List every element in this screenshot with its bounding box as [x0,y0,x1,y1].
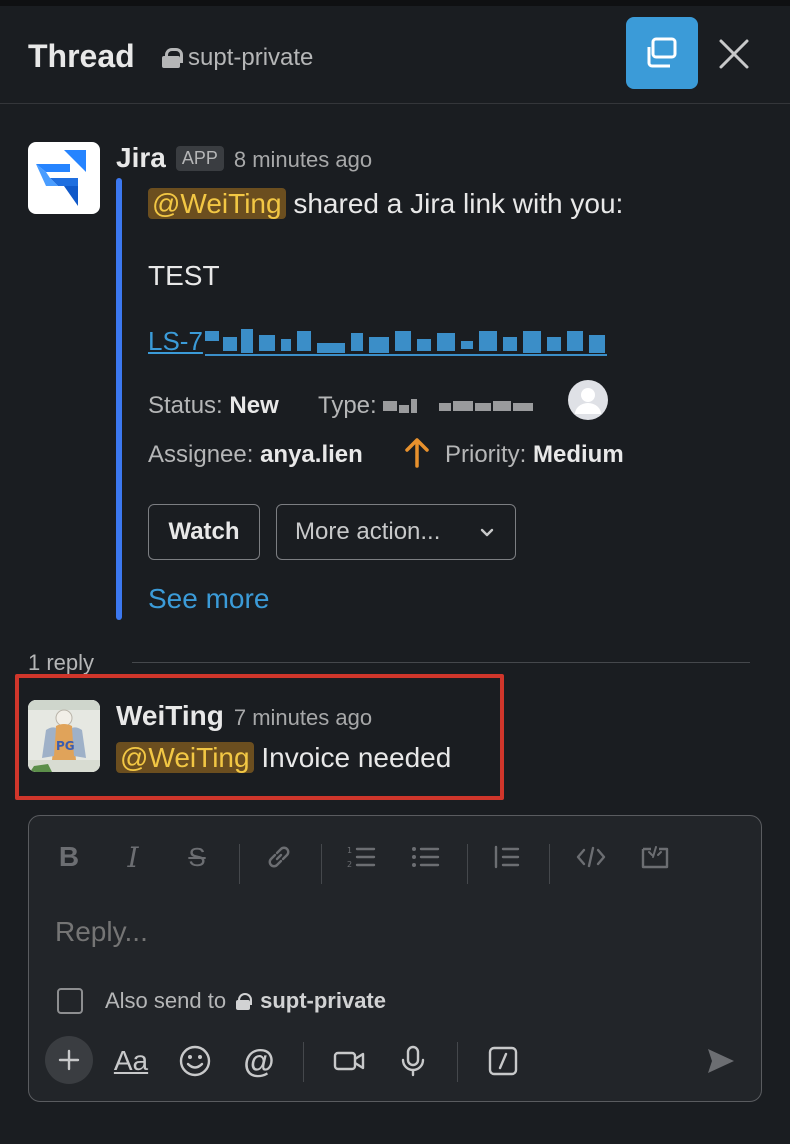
reply-divider [132,662,750,663]
thread-header: Thread supt-private [0,6,790,104]
also-send-label: Also send to [105,988,227,1013]
type-label: Type: [318,392,377,419]
app-badge: APP [175,146,224,171]
code-button[interactable] [571,830,611,884]
blockquote-button[interactable] [487,830,527,884]
jira-app-avatar[interactable] [28,142,100,214]
video-clip-button[interactable] [329,1036,369,1086]
toolbar-separator [457,1042,458,1082]
thread-title: Thread [28,38,135,74]
close-icon [719,39,749,69]
issue-key: LS-7 [148,326,203,356]
assignee-field: Assignee: anya.lien [148,441,363,469]
jira-logo-icon [36,150,86,206]
reply-input[interactable] [55,916,735,948]
plus-icon [58,1049,80,1071]
open-in-window-button[interactable] [626,17,698,89]
user-placeholder-icon [575,388,601,414]
type-field: Type: [318,392,537,420]
parent-message-header: Jira APP 8 minutes ago [116,142,372,174]
message-timestamp[interactable]: 8 minutes ago [234,147,372,173]
priority-value: Medium [533,441,624,468]
microphone-icon [401,1045,425,1077]
jira-issue-link[interactable]: LS-7 [148,326,607,357]
priority-arrow-icon [405,438,429,468]
status-value: New [229,392,279,419]
reply-count: 1 reply [28,650,95,675]
assignee-label: Assignee: [148,441,254,468]
toolbar-separator [321,844,322,884]
code-block-button[interactable] [635,830,675,884]
attachment-bar [116,178,122,620]
shared-text: shared a Jira link with you: [293,188,624,219]
code-block-icon [641,846,669,869]
more-actions-label: More action... [295,518,441,545]
lock-icon [236,992,253,1010]
code-icon [576,846,606,868]
close-thread-button[interactable] [712,32,756,76]
status-label: Status: [148,392,223,419]
issue-title: TEST [148,260,220,291]
ordered-list-icon: 1 2 [347,846,376,869]
formatting-toolbar: B I S 1 2 [29,830,761,884]
mention-button[interactable]: @ [239,1036,279,1086]
toolbar-separator [239,844,240,884]
emoji-icon [179,1045,211,1077]
formatting-toggle-button[interactable]: Aa [109,1036,153,1086]
blockquote-icon [494,845,520,869]
chevron-down-icon [480,528,494,537]
more-actions-dropdown[interactable]: More action... [276,504,516,560]
redacted-type-value [383,398,534,413]
highlight-annotation-box [15,674,504,800]
composer-toolbar: Aa @ [29,1036,761,1086]
priority-label: Priority: [445,441,527,468]
italic-icon: I [127,840,139,874]
slash-command-icon [488,1046,518,1076]
strikethrough-icon: S [188,841,206,872]
send-icon [708,1049,734,1073]
svg-text:2: 2 [347,860,352,869]
status-field: Status: New [148,392,279,420]
also-send-channel: supt-private [260,988,386,1013]
bold-button[interactable]: B [49,830,89,884]
toolbar-separator [303,1042,304,1082]
also-send-option[interactable]: Also send to supt-private [57,988,386,1014]
popout-icon [647,37,677,68]
channel-name-link[interactable]: supt-private [162,44,313,72]
watch-button[interactable]: Watch [148,504,260,560]
bold-icon: B [58,841,80,872]
see-more-link[interactable]: See more [148,583,269,615]
link-icon [268,846,290,868]
shared-text-line: @WeiTing shared a Jira link with you: [148,188,623,220]
at-sign-icon: @ [243,1042,275,1079]
sender-name[interactable]: Jira [116,142,166,174]
channel-name: supt-private [188,44,314,71]
toolbar-separator [467,844,468,884]
lock-icon [162,48,183,68]
strikethrough-button[interactable]: S [177,830,217,884]
assignee-value: anya.lien [260,441,363,468]
video-camera-icon [333,1051,365,1071]
shortcuts-button[interactable] [483,1036,523,1086]
bullet-list-button[interactable] [405,830,445,884]
svg-text:1: 1 [347,846,352,855]
toolbar-separator [549,844,550,884]
audio-clip-button[interactable] [393,1036,433,1086]
ordered-list-button[interactable]: 1 2 [341,830,381,884]
priority-field: Priority: Medium [445,441,624,469]
reply-composer: B I S 1 2 Reply... Also send to supt-pri… [28,815,762,1102]
assignee-avatar[interactable] [568,380,608,420]
also-send-checkbox[interactable] [57,988,83,1014]
link-button[interactable] [259,830,299,884]
user-mention[interactable]: @WeiTing [148,188,286,219]
emoji-button[interactable] [175,1036,215,1086]
send-button[interactable] [701,1036,741,1086]
redacted-issue-title [204,328,607,356]
text-format-icon: Aa [113,1045,149,1076]
bullet-list-icon [412,847,440,867]
italic-button[interactable]: I [113,830,153,884]
attach-button[interactable] [45,1036,93,1084]
